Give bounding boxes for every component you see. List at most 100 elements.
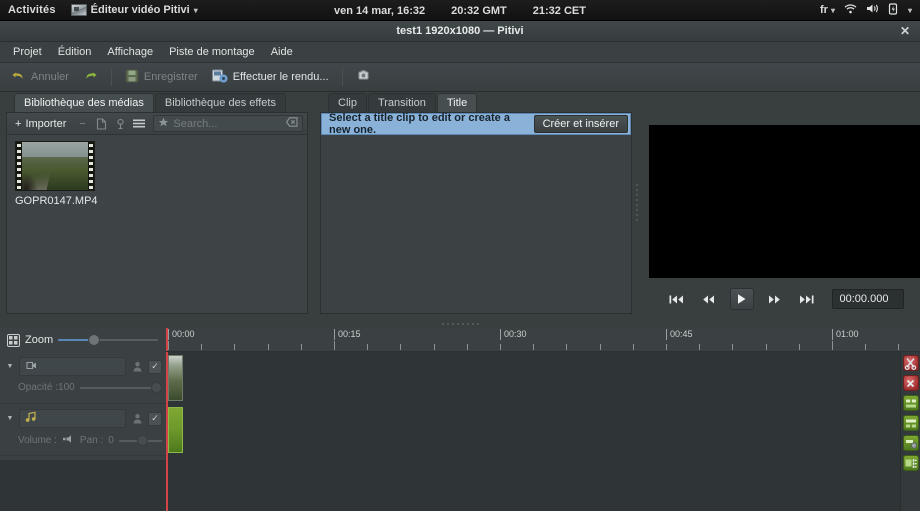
menu-aide[interactable]: Aide: [264, 43, 300, 61]
zoom-slider[interactable]: [58, 334, 158, 346]
fast-forward-icon[interactable]: [764, 289, 786, 309]
title-editor-area[interactable]: [321, 155, 631, 313]
clip-panel-tabs: Clip Transition Title: [320, 92, 632, 112]
remove-icon[interactable]: −: [73, 115, 91, 133]
expander-icon[interactable]: ▼: [4, 415, 16, 422]
render-button[interactable]: Effectuer le rendu...: [206, 66, 335, 88]
expander-icon[interactable]: ▼: [4, 363, 16, 370]
video-track-icon: [25, 360, 38, 374]
window-titlebar: test1 1920x1080 — Pitivi ✕: [0, 21, 920, 42]
zoom-control: Zoom: [0, 328, 166, 352]
audio-lock-icon[interactable]: [129, 413, 145, 425]
pan-label: Pan :: [80, 435, 103, 446]
filmstrip-left-icon: [16, 142, 22, 190]
media-asset-item[interactable]: GOPR0147.MP4: [15, 141, 101, 207]
skip-start-icon[interactable]: [666, 289, 688, 309]
track-header-audio[interactable]: ▼ ✓ Volume : Pan :: [0, 404, 166, 456]
zoom-label: Zoom: [25, 334, 53, 346]
timeline-splitter-horizontal[interactable]: [0, 320, 920, 328]
clear-search-icon[interactable]: [286, 117, 298, 130]
search-input[interactable]: Search...: [153, 115, 303, 132]
timeline-lane-video[interactable]: [166, 355, 900, 403]
video-track-name-field[interactable]: [19, 357, 126, 376]
clock-cet[interactable]: 21:32 CET: [533, 5, 586, 17]
asset-filename: GOPR0147.MP4: [15, 195, 101, 207]
menu-affichage[interactable]: Affichage: [100, 43, 160, 61]
video-preview[interactable]: [649, 125, 920, 278]
timecode-display[interactable]: 00:00.000: [832, 289, 904, 309]
import-label: Importer: [25, 118, 66, 130]
rewind-icon[interactable]: [698, 289, 720, 309]
timeline-ruler[interactable]: 00:00 00:15 00:30 00:45 01:00 01:1501:30…: [166, 328, 920, 352]
ruler-label-4: 01:00: [832, 329, 859, 340]
pan-slider[interactable]: [119, 435, 162, 446]
timeline-clip-audio[interactable]: [168, 407, 183, 453]
volume-label: Volume :: [18, 435, 57, 446]
activities-button[interactable]: Activités: [0, 4, 65, 16]
audio-track-icon: [25, 411, 37, 426]
panel-splitter-vertical[interactable]: [633, 172, 641, 232]
undo-button[interactable]: Annuler: [5, 66, 75, 88]
app-menu-button[interactable]: Éditeur vidéo Pitivi ▾: [65, 4, 204, 16]
align-tool-icon[interactable]: [903, 435, 919, 451]
keyboard-layout-indicator[interactable]: fr ▾: [820, 4, 835, 16]
gnome-top-bar: Activités Éditeur vidéo Pitivi ▾ ven 14 …: [0, 0, 920, 21]
tab-bibliotheque-des-effets[interactable]: Bibliothèque des effets: [155, 93, 286, 112]
clip-icon[interactable]: [111, 115, 129, 133]
undo-label: Annuler: [31, 71, 69, 83]
search-placeholder: Search...: [173, 118, 282, 130]
menu-edition[interactable]: Édition: [51, 43, 99, 61]
timeline-lane-audio[interactable]: [166, 407, 900, 455]
timeline-clips-area[interactable]: [166, 352, 900, 511]
tab-bibliotheque-des-medias[interactable]: Bibliothèque des médias: [14, 93, 154, 112]
group-tool-icon[interactable]: [903, 395, 919, 411]
pitivi-app-icon: [71, 4, 87, 16]
skip-end-icon[interactable]: [796, 289, 818, 309]
clock-gmt[interactable]: 20:32 GMT: [451, 5, 507, 17]
close-icon[interactable]: ✕: [898, 24, 912, 38]
clock-local[interactable]: ven 14 mar, 16:32: [334, 5, 425, 17]
chevron-down-icon[interactable]: ▾: [908, 6, 912, 15]
ungroup-tool-icon[interactable]: [903, 415, 919, 431]
video-track-row: ▼ ✓: [4, 357, 162, 376]
audio-mute-checkbox[interactable]: ✓: [148, 412, 162, 426]
opacity-slider-handle[interactable]: [151, 382, 162, 393]
menu-projet[interactable]: Projet: [6, 43, 49, 61]
audio-track-row: ▼ ✓: [4, 409, 162, 428]
gapless-tool-icon[interactable]: [903, 455, 919, 471]
video-lock-icon[interactable]: [129, 361, 145, 373]
create-and-insert-button[interactable]: Créer et insérer: [534, 115, 628, 133]
timeline-clip-video[interactable]: [168, 355, 183, 401]
play-icon[interactable]: [730, 288, 754, 310]
cut-tool-icon[interactable]: [903, 355, 919, 371]
tab-transition[interactable]: Transition: [368, 93, 436, 112]
hamburger-icon[interactable]: [130, 115, 148, 133]
delete-tool-icon[interactable]: [903, 375, 919, 391]
opacity-slider[interactable]: [80, 382, 162, 393]
volume-icon[interactable]: [866, 3, 879, 17]
asset-thumbnail: [15, 141, 95, 191]
render-icon: [212, 69, 228, 86]
pan-slider-handle[interactable]: [137, 435, 148, 446]
redo-button[interactable]: [77, 66, 104, 88]
camera-icon: [356, 69, 371, 85]
import-button[interactable]: + Importer: [9, 115, 72, 133]
tab-title[interactable]: Title: [437, 93, 477, 112]
track-header-video[interactable]: ▼ ✓ Opacité :100: [0, 352, 166, 404]
battery-icon[interactable]: [888, 3, 899, 18]
pan-value: 0: [108, 435, 114, 446]
wifi-icon[interactable]: [844, 3, 857, 17]
media-library-body: + Importer −: [6, 112, 308, 314]
video-visibility-checkbox[interactable]: ✓: [148, 360, 162, 374]
media-library-content[interactable]: GOPR0147.MP4: [7, 135, 307, 313]
audio-track-name-field[interactable]: [19, 409, 126, 428]
tab-clip[interactable]: Clip: [328, 93, 367, 112]
save-button[interactable]: Enregistrer: [119, 66, 204, 88]
track-headers: ▼ ✓ Opacité :100: [0, 352, 166, 460]
screenshot-button[interactable]: [350, 66, 377, 88]
menu-piste-de-montage[interactable]: Piste de montage: [162, 43, 262, 61]
opacity-label: Opacité :100: [18, 382, 75, 393]
zoom-slider-handle[interactable]: [88, 334, 100, 346]
speaker-icon[interactable]: [62, 434, 75, 447]
file-icon[interactable]: [92, 115, 110, 133]
